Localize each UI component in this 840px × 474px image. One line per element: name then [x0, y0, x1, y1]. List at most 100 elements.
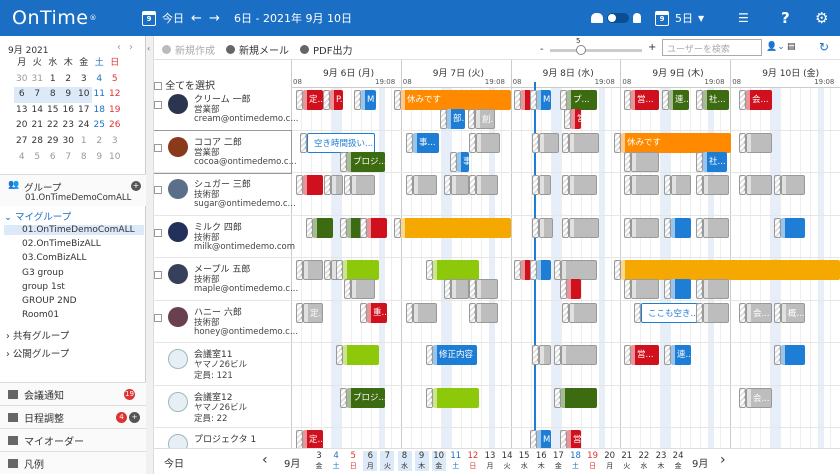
sidebar-footer-3[interactable]: 凡例 — [0, 451, 146, 474]
schedule-event[interactable] — [343, 345, 379, 365]
schedule-event[interactable] — [781, 175, 805, 195]
mini-calendar-day[interactable]: 18 — [92, 103, 108, 119]
mini-calendar-day[interactable]: 16 — [61, 103, 77, 119]
schedule-event[interactable]: 定... — [303, 430, 323, 448]
public-groups-header[interactable]: › 公開グループ — [0, 346, 146, 360]
schedule-event[interactable] — [703, 175, 729, 195]
schedule-event[interactable]: 連... — [671, 345, 691, 365]
schedule-event[interactable]: プ... — [567, 90, 597, 110]
mini-calendar-day[interactable]: 1 — [76, 134, 92, 150]
resource-checkbox[interactable] — [154, 228, 162, 237]
zoom-slider-handle[interactable] — [576, 45, 586, 55]
mini-calendar-next[interactable]: › — [129, 42, 133, 53]
date-nav-day[interactable]: 22 水 — [637, 451, 651, 471]
schedule-event[interactable]: 修正内容 — [433, 345, 477, 365]
zoom-minus[interactable]: - — [540, 44, 544, 55]
date-nav-day[interactable]: 17 金 — [551, 451, 565, 471]
schedule-event[interactable] — [631, 175, 659, 195]
user-filter-icon[interactable]: 👤⌄ — [766, 42, 785, 52]
schedule-event[interactable] — [703, 217, 729, 238]
new-event-button[interactable]: 新規作成 — [162, 42, 215, 57]
schedule-event[interactable]: 社... — [703, 90, 729, 110]
schedule-event[interactable]: 事... — [413, 132, 439, 153]
schedule-event[interactable]: M — [537, 430, 551, 448]
mini-calendar-day[interactable]: 13 — [14, 103, 30, 119]
new-mail-button[interactable]: 新規メール — [226, 42, 289, 57]
mini-calendar-day[interactable]: 30 — [61, 134, 77, 150]
schedule-event[interactable] — [433, 260, 479, 280]
mini-calendar-day[interactable]: 15 — [45, 103, 61, 119]
schedule-event[interactable]: 営 — [571, 109, 581, 129]
schedule-event[interactable] — [703, 302, 729, 323]
mini-calendar-day[interactable]: 2 — [61, 72, 77, 88]
resource-row[interactable]: ココア 二郎 営業部 cocoa@ontimedemo.c... — [154, 129, 297, 174]
schedule-event[interactable]: 社... — [703, 151, 727, 172]
refresh-icon[interactable]: ↻ — [819, 40, 829, 54]
resource-row[interactable]: クリーム 一郎 営業部 cream@ontimedemo.c... — [154, 88, 298, 131]
schedule-event[interactable] — [451, 175, 469, 195]
schedule-event[interactable] — [451, 279, 469, 299]
schedule-event[interactable] — [671, 279, 691, 299]
sidebar-collapse-handle[interactable]: ‹ — [146, 36, 154, 474]
date-nav-day[interactable]: 18 土 — [569, 451, 583, 471]
schedule-event[interactable] — [413, 302, 437, 323]
date-nav-day[interactable]: 19 日 — [586, 451, 600, 471]
resource-checkbox[interactable] — [154, 101, 162, 109]
mini-calendar-day[interactable]: 17 — [76, 103, 92, 119]
sidebar-footer-1[interactable]: 日程調整 4 + — [0, 405, 146, 428]
schedule-event[interactable] — [351, 279, 375, 299]
schedule-event[interactable] — [561, 387, 597, 408]
mini-calendar-day[interactable]: 24 — [76, 118, 92, 134]
schedule-event[interactable]: 休みです — [621, 132, 731, 153]
mini-calendar-day[interactable]: 1 — [45, 72, 61, 88]
sidebar-group-item[interactable]: 02.OnTimeBizALL — [22, 239, 101, 249]
schedule-event[interactable]: 会... — [746, 302, 772, 323]
mini-calendar-day[interactable]: 5 — [107, 72, 123, 88]
schedule-event[interactable] — [671, 175, 691, 195]
schedule-event[interactable] — [303, 175, 323, 195]
schedule-event[interactable] — [561, 260, 597, 280]
mini-calendar-day[interactable]: 2 — [92, 134, 108, 150]
schedule-event[interactable] — [781, 217, 805, 238]
schedule-event[interactable] — [313, 217, 333, 238]
sidebar-group-item[interactable]: 01.OnTimeDemoComALL — [4, 225, 144, 235]
mini-calendar-day[interactable]: 28 — [30, 134, 46, 150]
date-nav-day[interactable]: 3金 — [312, 451, 326, 471]
next-arrow-icon[interactable]: → — [209, 0, 220, 36]
toggle-switch[interactable] — [607, 13, 629, 23]
schedule-event[interactable] — [476, 175, 498, 195]
resource-row[interactable]: プロジェクタ 1 — [154, 428, 291, 448]
briefcase-icon[interactable]: ▤ — [787, 42, 796, 52]
date-nav-day[interactable]: 10 金 — [431, 451, 446, 471]
schedule-event[interactable]: 重... — [367, 302, 387, 323]
schedule-event[interactable] — [569, 132, 599, 153]
schedule-event[interactable] — [569, 302, 597, 323]
zoom-slider[interactable] — [550, 45, 642, 55]
schedule-event[interactable]: プロジ... — [347, 387, 385, 408]
mini-calendar-day[interactable]: 4 — [14, 150, 30, 166]
zoom-plus[interactable]: + — [648, 42, 656, 53]
mini-calendar-day[interactable]: 6 — [45, 150, 61, 166]
mini-calendar-day[interactable]: 27 — [14, 134, 30, 150]
schedule-event[interactable] — [476, 279, 498, 299]
resource-row[interactable]: 会議室12 ヤマノ26ビル 定員: 22 — [154, 386, 291, 428]
schedule-event[interactable] — [401, 217, 511, 238]
schedule-event[interactable] — [331, 175, 343, 195]
resource-checkbox[interactable] — [154, 271, 162, 279]
mini-calendar-day[interactable]: 11 — [92, 87, 108, 103]
settings-sliders-icon[interactable]: ☰ — [738, 0, 749, 36]
schedule-event[interactable]: 会... — [746, 90, 772, 110]
schedule-event[interactable] — [746, 132, 772, 153]
schedule-event[interactable]: 空き時間扱い... — [307, 132, 375, 153]
date-nav-day[interactable]: 7火 — [380, 451, 395, 471]
mini-calendar-day[interactable]: 30 — [14, 72, 30, 88]
schedule-event[interactable]: M — [361, 90, 376, 110]
mini-calendar-day[interactable]: 19 — [107, 103, 123, 119]
mini-calendar-day[interactable]: 3 — [107, 134, 123, 150]
date-nav-day[interactable]: 4土 — [329, 451, 343, 471]
schedule-event[interactable]: 創... — [475, 109, 495, 129]
date-nav-day[interactable]: 16 木 — [534, 451, 548, 471]
pdf-export-button[interactable]: PDF出力 — [300, 42, 352, 57]
prev-arrow-icon[interactable]: ← — [191, 0, 202, 36]
date-nav-day[interactable]: 11 土 — [449, 451, 463, 471]
